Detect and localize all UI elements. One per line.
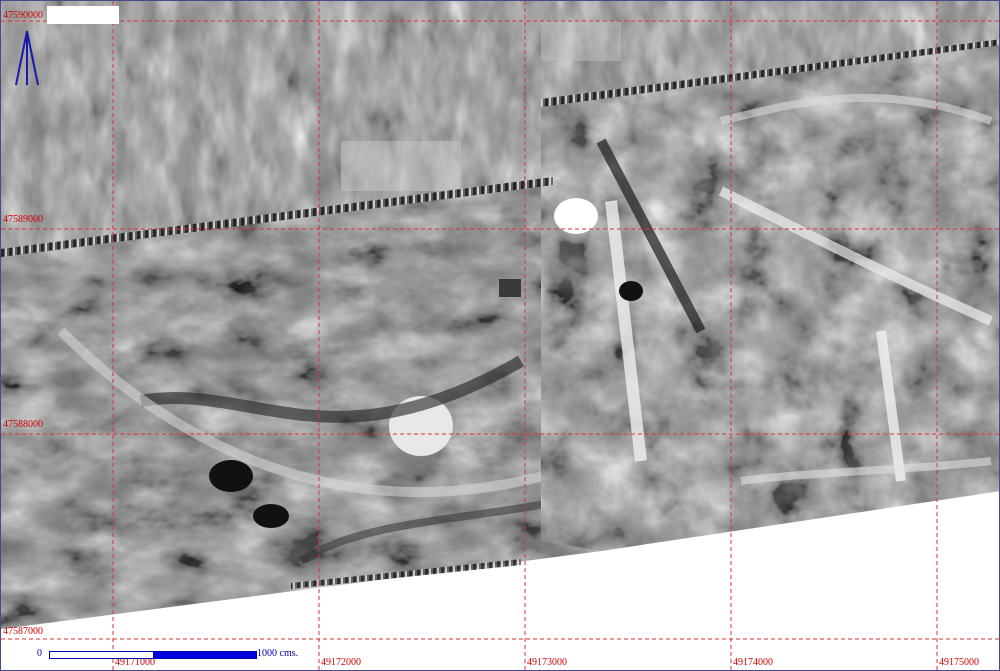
scale-track xyxy=(49,651,257,659)
grid-label-northing: 47587000 xyxy=(3,626,43,637)
title-box xyxy=(47,6,119,24)
target-blob xyxy=(499,279,521,297)
grid-label-easting: 49175000 xyxy=(939,657,979,668)
scale-fill xyxy=(153,652,256,658)
grid-label-northing: 47588000 xyxy=(3,419,43,430)
survey-raster[interactable] xyxy=(1,1,1000,671)
scale-end-label: 1000 cms. xyxy=(257,648,299,659)
scale-bar: 0 1000 cms. xyxy=(37,646,337,664)
grid-label-northing: 47590000 xyxy=(3,10,43,21)
grid-label-easting: 49174000 xyxy=(733,657,773,668)
grid-label-easting: 49173000 xyxy=(527,657,567,668)
raster-tile-east xyxy=(541,41,999,551)
grid-label-northing: 47589000 xyxy=(3,214,43,225)
map-viewer[interactable]: 47590000 47589000 47588000 47587000 4917… xyxy=(0,0,1000,671)
scale-start-label: 0 xyxy=(37,648,42,659)
north-arrow-icon xyxy=(15,30,39,86)
